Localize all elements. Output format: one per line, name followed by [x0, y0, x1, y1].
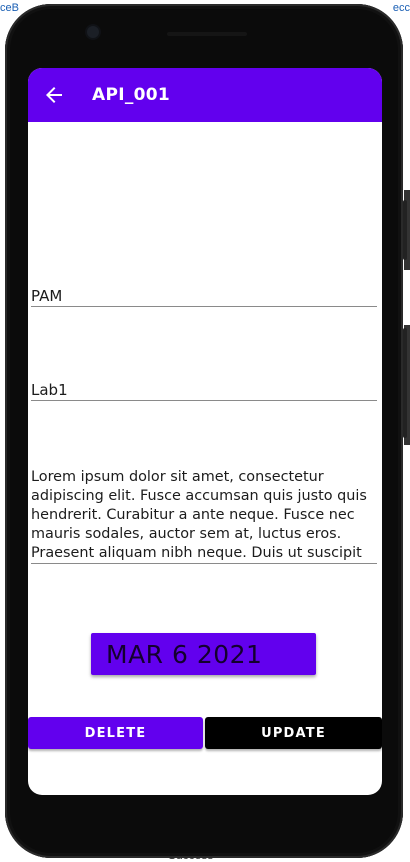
page-title: API_001	[92, 85, 171, 105]
app-screen: API_001 PAM Lab1 Lorem ipsum dolor sit a…	[28, 68, 382, 795]
arrow-left-icon[interactable]	[42, 83, 66, 107]
description-field[interactable]: Lorem ipsum dolor sit amet, consectetur …	[31, 468, 377, 564]
name-field[interactable]: PAM	[31, 286, 377, 307]
lab-field[interactable]: Lab1	[31, 380, 377, 401]
update-button[interactable]: UPDATE	[205, 717, 382, 749]
background-text-left: ceB	[0, 2, 19, 14]
background-text-right: ecc	[392, 2, 410, 14]
date-picker-button[interactable]: MAR 6 2021	[91, 633, 316, 675]
volume-button[interactable]	[403, 200, 407, 260]
front-camera	[87, 26, 99, 38]
phone-frame: API_001 PAM Lab1 Lorem ipsum dolor sit a…	[5, 4, 407, 858]
app-bar: API_001	[28, 68, 382, 122]
earpiece-speaker	[167, 32, 247, 36]
delete-button[interactable]: DELETE	[28, 717, 203, 749]
power-button[interactable]	[403, 328, 407, 438]
